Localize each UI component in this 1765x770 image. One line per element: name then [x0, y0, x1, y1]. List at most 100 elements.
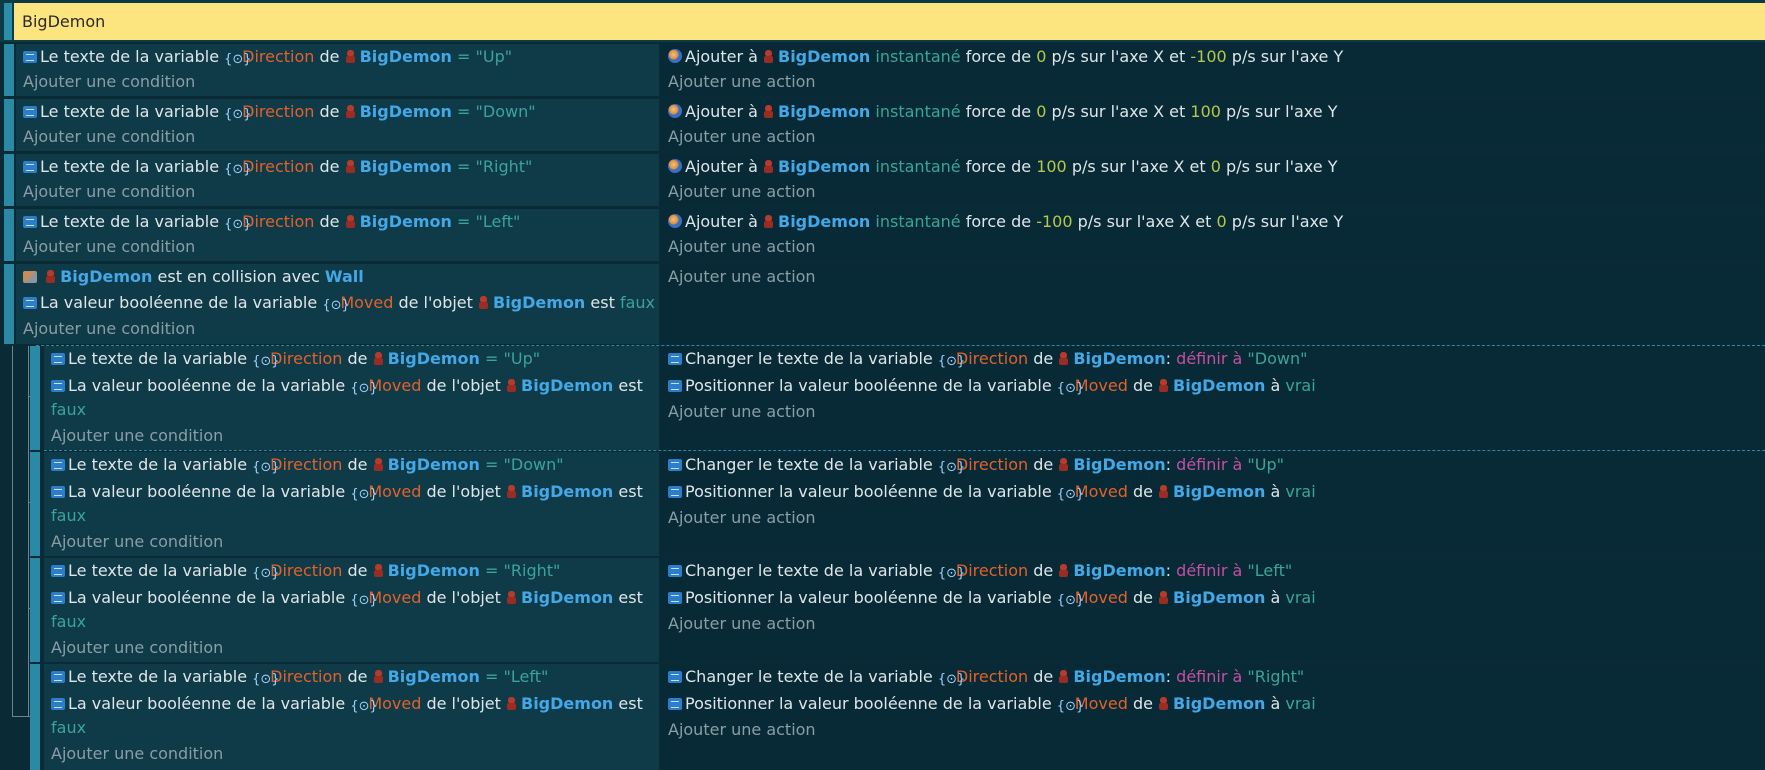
demon-object-icon [1158, 485, 1169, 498]
add-condition-link[interactable]: Ajouter une condition [23, 179, 195, 205]
actions-panel: Ajouter à BigDemon instantané force de -… [661, 209, 1765, 261]
event-direction-up[interactable]: Le texte de la variable {⊙}Direction de … [0, 42, 1765, 96]
action-change-text[interactable]: Changer le texte de la variable {⊙}Direc… [668, 452, 1284, 478]
event-direction-left[interactable]: Le texte de la variable {⊙}Direction de … [0, 207, 1765, 261]
action-set-bool[interactable]: Positionner la valeur booléenne de la va… [668, 479, 1316, 505]
condition-var-text[interactable]: Le texte de la variable {⊙}Direction de … [51, 664, 548, 690]
event-collision-wall[interactable]: BigDemon est en collision avec Wall La v… [0, 262, 1765, 344]
variable-icon [23, 297, 37, 309]
object-name: BigDemon [1073, 667, 1166, 686]
variable-icon [668, 698, 682, 710]
demon-object-icon [345, 160, 356, 173]
add-action-link[interactable]: Ajouter une action [668, 717, 816, 743]
force-y: -100 [1190, 47, 1227, 66]
add-action-link[interactable]: Ajouter une action [668, 264, 816, 290]
action-change-text[interactable]: Changer le texte de la variable {⊙}Direc… [668, 664, 1304, 690]
wall-object-name: Wall [324, 267, 364, 286]
instant: instantané [875, 47, 961, 66]
var-name: Direction [270, 667, 343, 686]
variable-icon [51, 353, 65, 365]
add-condition-link[interactable]: Ajouter une condition [23, 234, 195, 260]
cond-text: Le texte de la variable [68, 349, 248, 368]
action-force[interactable]: Ajouter à BigDemon instantané force de 1… [668, 154, 1337, 180]
de: de [319, 102, 340, 121]
var-name: Direction [242, 102, 315, 121]
action-set-bool[interactable]: Positionner la valeur booléenne de la va… [668, 691, 1316, 717]
condition-var-text[interactable]: Le texte de la variable {⊙}Direction de … [23, 154, 532, 180]
demon-object-icon [373, 670, 384, 683]
add-to: Ajouter à [685, 212, 758, 231]
demon-object-icon [506, 379, 517, 392]
add-condition-link[interactable]: Ajouter une condition [23, 69, 195, 95]
force-x: 100 [1036, 157, 1067, 176]
variable-icon [23, 216, 37, 228]
add-condition-link[interactable]: Ajouter une condition [51, 529, 223, 555]
conditions-panel: BigDemon est en collision avec Wall La v… [16, 264, 659, 344]
event-direction-down[interactable]: Le texte de la variable {⊙}Direction de … [0, 97, 1765, 151]
add-action-link[interactable]: Ajouter une action [668, 124, 816, 150]
object-name: BigDemon [387, 667, 480, 686]
operator: = [485, 349, 499, 368]
event-direction-right[interactable]: Le texte de la variable {⊙}Direction de … [0, 152, 1765, 206]
subevent-up-to-down[interactable]: Le texte de la variable {⊙}Direction de … [0, 346, 1765, 450]
condition-var-text[interactable]: Le texte de la variable {⊙}Direction de … [51, 452, 564, 478]
condition-var-bool[interactable]: La valeur booléenne de la variable {⊙}Mo… [51, 479, 643, 505]
variable-icon [668, 486, 682, 498]
add-action-link[interactable]: Ajouter une action [668, 234, 816, 260]
add-action-link[interactable]: Ajouter une action [668, 399, 816, 425]
object-name: BigDemon [778, 47, 871, 66]
add-action-link[interactable]: Ajouter une action [668, 505, 816, 531]
est: est [618, 588, 643, 607]
cond-value: "Up" [503, 349, 541, 368]
group-title[interactable]: BigDemon [14, 3, 1765, 40]
actions-panel: Ajouter à BigDemon instantané force de 0… [661, 99, 1765, 151]
axis-y: p/s sur l'axe Y [1226, 157, 1338, 176]
condition-var-bool[interactable]: La valeur booléenne de la variable {⊙}Mo… [51, 373, 643, 399]
cond-text: Le texte de la variable [68, 455, 248, 474]
demon-object-icon [478, 296, 489, 309]
actions-panel: Changer le texte de la variable {⊙}Direc… [661, 664, 1765, 770]
object-name: BigDemon [359, 157, 452, 176]
demon-object-icon [506, 697, 517, 710]
action-force[interactable]: Ajouter à BigDemon instantané force de 0… [668, 44, 1343, 70]
condition-var-text[interactable]: Le texte de la variable {⊙}Direction de … [51, 558, 560, 584]
action-force[interactable]: Ajouter à BigDemon instantané force de 0… [668, 99, 1337, 125]
add-condition-link[interactable]: Ajouter une condition [51, 635, 223, 661]
subevent-down-to-up[interactable]: Le texte de la variable {⊙}Direction de … [0, 452, 1765, 556]
add-action-link[interactable]: Ajouter une action [668, 611, 816, 637]
condition-collision[interactable]: BigDemon est en collision avec Wall [23, 264, 364, 290]
force-y: 0 [1210, 157, 1221, 176]
axis-x: p/s sur l'axe X et [1071, 157, 1206, 176]
add-action-link[interactable]: Ajouter une action [668, 179, 816, 205]
condition-var-bool[interactable]: La valeur booléenne de la variable {⊙}Mo… [51, 691, 643, 717]
action-set-bool[interactable]: Positionner la valeur booléenne de la va… [668, 373, 1316, 399]
add-condition-link[interactable]: Ajouter une condition [51, 423, 223, 449]
action-change-text[interactable]: Changer le texte de la variable {⊙}Direc… [668, 558, 1292, 584]
add-condition-link[interactable]: Ajouter une condition [51, 741, 223, 767]
add-condition-link[interactable]: Ajouter une condition [23, 316, 195, 342]
force-de: force de [965, 212, 1032, 231]
subevent-right-to-left[interactable]: Le texte de la variable {⊙}Direction de … [0, 558, 1765, 662]
condition-var-bool[interactable]: La valeur booléenne de la variable {⊙}Mo… [51, 585, 643, 611]
add-condition-link[interactable]: Ajouter une condition [23, 124, 195, 150]
operation: définir à [1176, 561, 1243, 580]
condition-var-text[interactable]: Le texte de la variable {⊙}Direction de … [23, 99, 536, 125]
condition-var-text[interactable]: Le texte de la variable {⊙}Direction de … [51, 346, 540, 372]
condition-var-bool[interactable]: La valeur booléenne de la variable {⊙}Mo… [23, 290, 655, 316]
force-x: -100 [1036, 212, 1073, 231]
actions-panel: Changer le texte de la variable {⊙}Direc… [661, 452, 1765, 556]
action-force[interactable]: Ajouter à BigDemon instantané force de -… [668, 209, 1343, 235]
cond-value: "Right" [475, 157, 533, 176]
scene-group-header[interactable]: BigDemon [0, 0, 1765, 42]
est: est [618, 694, 643, 713]
group-accent [4, 3, 12, 40]
condition-var-text[interactable]: Le texte de la variable {⊙}Direction de … [23, 44, 512, 70]
cond-text: Le texte de la variable [68, 561, 248, 580]
subevent-left-to-right[interactable]: Le texte de la variable {⊙}Direction de … [0, 664, 1765, 770]
force-de: force de [965, 47, 1032, 66]
condition-var-text[interactable]: Le texte de la variable {⊙}Direction de … [23, 209, 520, 235]
action-set-bool[interactable]: Positionner la valeur booléenne de la va… [668, 585, 1316, 611]
demon-object-icon [345, 50, 356, 63]
add-action-link[interactable]: Ajouter une action [668, 69, 816, 95]
action-change-text[interactable]: Changer le texte de la variable {⊙}Direc… [668, 346, 1307, 372]
